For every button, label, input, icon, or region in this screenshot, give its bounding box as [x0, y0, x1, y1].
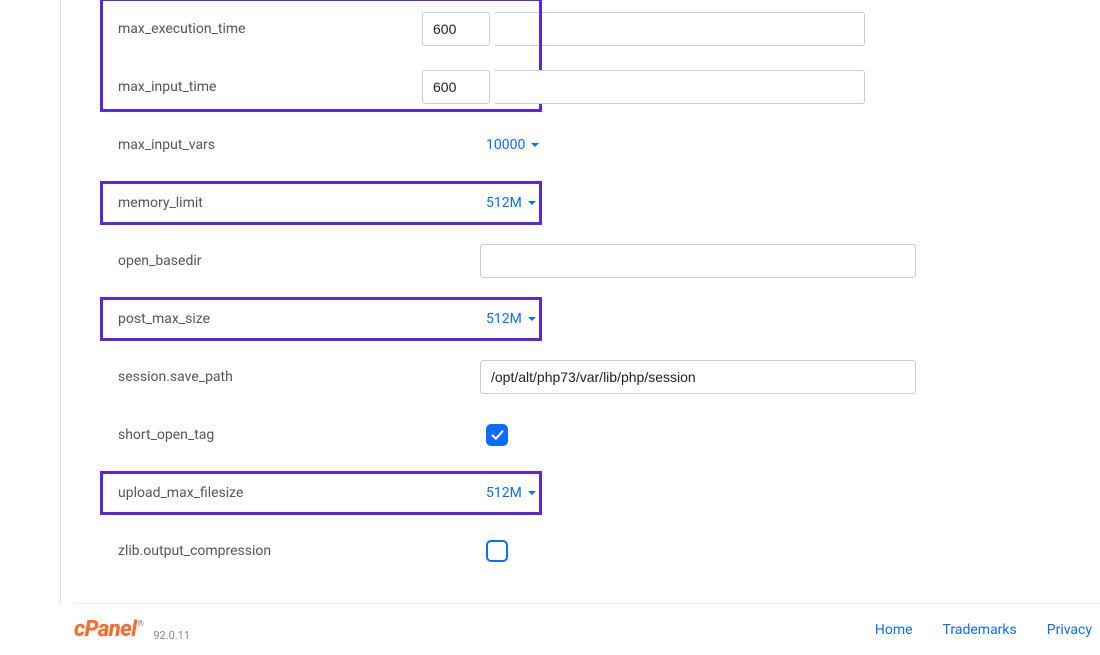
setting-label: post_max_size: [100, 290, 480, 348]
setting-row-post-max-size: post_max_size 512M: [100, 290, 920, 348]
max-execution-time-extra[interactable]: [495, 12, 865, 46]
setting-row-max-input-vars: max_input_vars 10000: [100, 116, 920, 174]
caret-down-icon: [531, 143, 539, 147]
max-input-time-extra[interactable]: [495, 70, 865, 104]
setting-label: upload_max_filesize: [100, 464, 480, 522]
setting-row-upload-max-filesize: upload_max_filesize 512M: [100, 464, 920, 522]
session-save-path-input[interactable]: [480, 360, 916, 394]
footer-link-trademarks[interactable]: Trademarks: [943, 622, 1017, 638]
setting-value-cell: [480, 522, 920, 580]
setting-row-session-save-path: session.save_path: [100, 348, 920, 406]
setting-label: max_input_vars: [100, 116, 480, 174]
dropdown-value: 512M: [486, 311, 522, 327]
setting-value-cell: 512M: [480, 464, 920, 522]
setting-value-cell: [480, 348, 920, 406]
setting-label: session.save_path: [100, 348, 480, 406]
php-options-form: max_execution_time max_input_time max_in…: [100, 0, 920, 580]
caret-down-icon: [528, 317, 536, 321]
dropdown-value: 10000: [486, 137, 525, 153]
max-input-time-input[interactable]: [422, 70, 490, 104]
upload-max-filesize-dropdown[interactable]: 512M: [480, 485, 536, 501]
memory-limit-dropdown[interactable]: 512M: [480, 195, 536, 211]
short-open-tag-checkbox[interactable]: [486, 424, 508, 446]
caret-down-icon: [528, 201, 536, 205]
max-execution-time-input[interactable]: [422, 12, 490, 46]
setting-value-cell: [480, 232, 920, 290]
zlib-output-compression-checkbox[interactable]: [486, 540, 508, 562]
setting-value-cell: 10000: [480, 116, 920, 174]
setting-row-zlib-output-compression: zlib.output_compression: [100, 522, 920, 580]
setting-label: memory_limit: [100, 174, 480, 232]
cpanel-logo: cPanel®: [74, 617, 143, 642]
setting-value-cell: [480, 0, 920, 58]
setting-label: short_open_tag: [100, 406, 480, 464]
sidebar-border: [60, 0, 61, 603]
setting-value-cell: [480, 58, 920, 116]
check-icon: [491, 429, 504, 442]
post-max-size-dropdown[interactable]: 512M: [480, 311, 536, 327]
footer-link-privacy[interactable]: Privacy: [1047, 622, 1092, 638]
logo-c: c: [74, 617, 85, 642]
version-text: 92.0.11: [153, 629, 190, 642]
setting-row-open-basedir: open_basedir: [100, 232, 920, 290]
setting-value-cell: [480, 406, 920, 464]
setting-label: open_basedir: [100, 232, 480, 290]
setting-value-cell: 512M: [480, 174, 920, 232]
setting-row-max-input-time: max_input_time: [100, 58, 920, 116]
setting-row-max-execution-time: max_execution_time: [100, 0, 920, 58]
caret-down-icon: [528, 491, 536, 495]
footer-link-home[interactable]: Home: [875, 622, 913, 638]
setting-label: zlib.output_compression: [100, 522, 480, 580]
dropdown-value: 512M: [486, 485, 522, 501]
page-footer: cPanel® 92.0.11 Home Trademarks Privacy: [74, 603, 1100, 655]
setting-value-cell: 512M: [480, 290, 920, 348]
footer-links: Home Trademarks Privacy: [875, 622, 1092, 638]
dropdown-value: 512M: [486, 195, 522, 211]
setting-row-memory-limit: memory_limit 512M: [100, 174, 920, 232]
max-input-vars-dropdown[interactable]: 10000: [480, 137, 539, 153]
setting-row-short-open-tag: short_open_tag: [100, 406, 920, 464]
registered-icon: ®: [138, 619, 144, 628]
open-basedir-input[interactable]: [480, 244, 916, 278]
logo-panel: Panel: [85, 617, 137, 642]
